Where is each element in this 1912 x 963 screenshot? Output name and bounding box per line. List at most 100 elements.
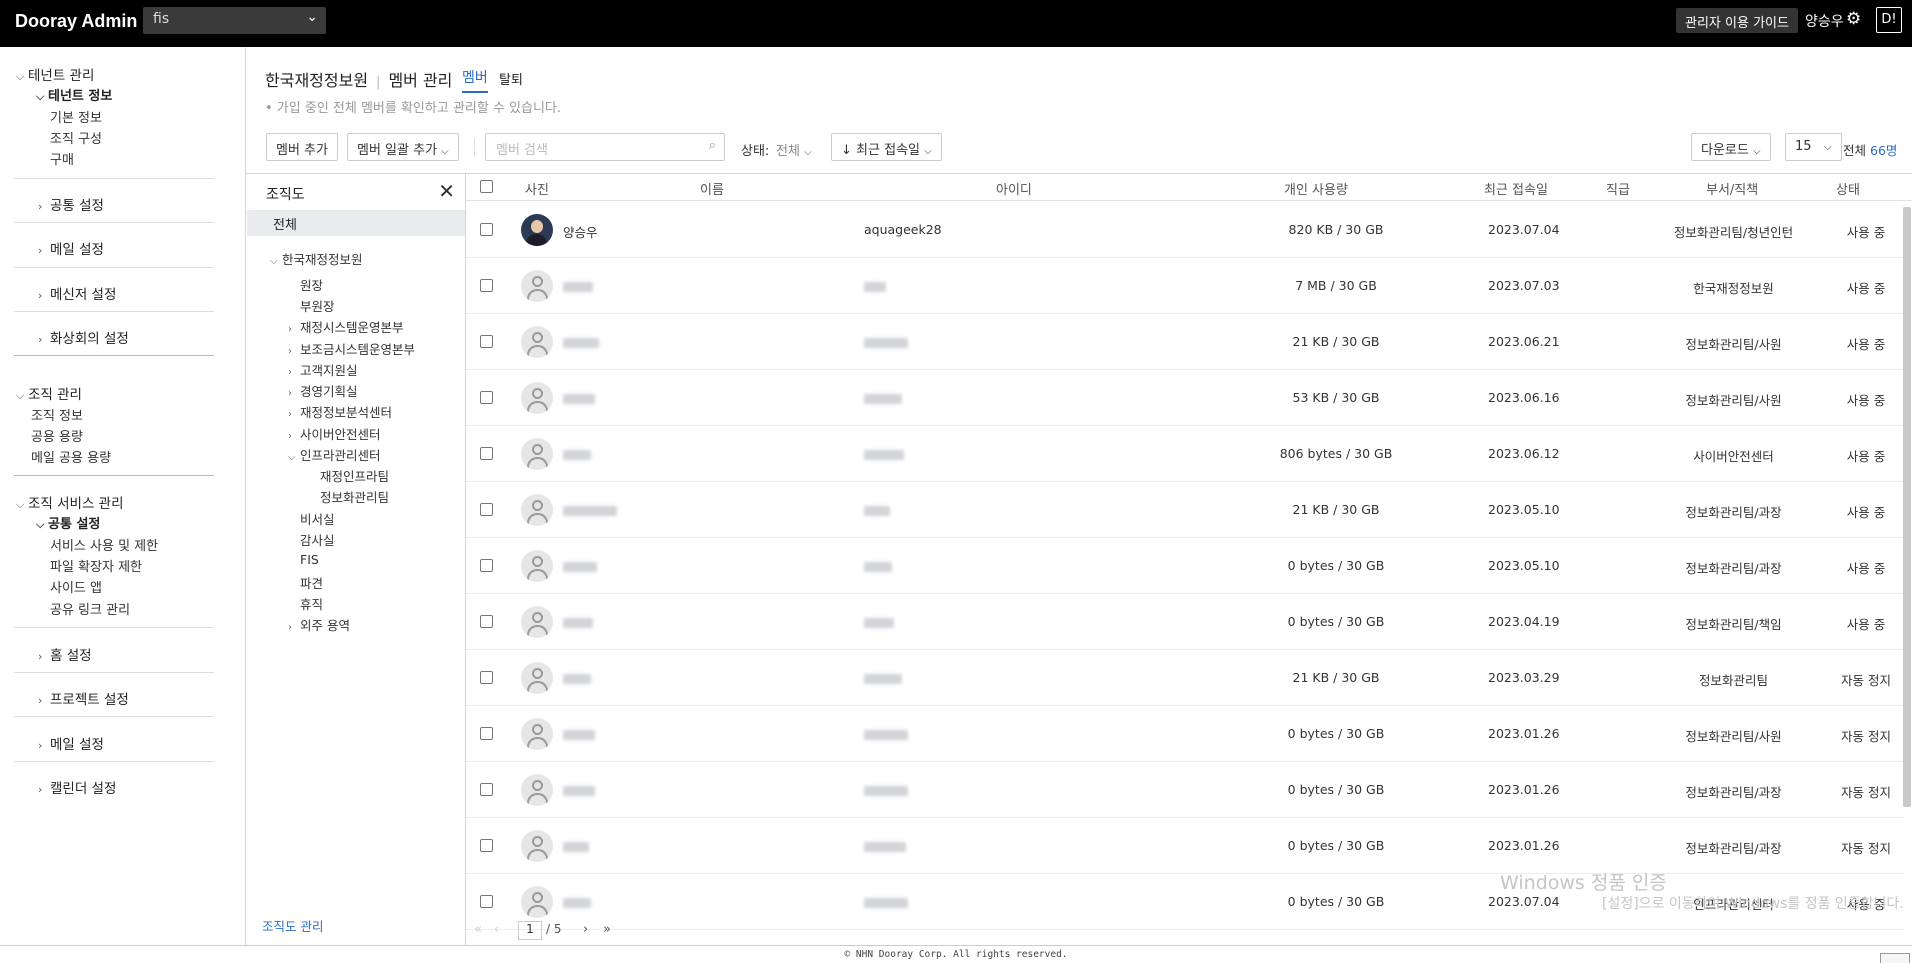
next-page-icon[interactable]: › (583, 922, 588, 937)
org-node[interactable]: 감사실 (300, 530, 335, 549)
org-node[interactable]: › 보조금시스템운영본부 (288, 339, 415, 358)
table-row[interactable]: 0 bytes / 30 GB 2023.01.26 정보화관리팀/과장 자동 정지 (466, 818, 1904, 874)
download-button[interactable]: 다운로드 ⌵ (1691, 133, 1771, 161)
row-checkbox[interactable] (480, 503, 493, 516)
bulk-add-button[interactable]: 멤버 일괄 추가 ⌵ (347, 133, 459, 161)
page-number-input[interactable]: 1 (518, 921, 542, 940)
table-row[interactable]: 53 KB / 30 GB 2023.06.16 정보화관리팀/사원 사용 중 (466, 370, 1904, 426)
org-node[interactable]: › 사이버안전센터 (288, 424, 381, 443)
sort-button[interactable]: ↓ 최근 접속일 ⌵ (831, 133, 942, 161)
org-node[interactable]: › 경영기획실 (288, 381, 358, 400)
org-chart-manage-link[interactable]: 조직도 관리 (262, 916, 323, 935)
nav-item-basic-info[interactable]: 기본 정보 (50, 107, 102, 126)
nav-section-mail-settings[interactable]: › 메일 설정 (38, 238, 104, 258)
nav-item-shared-capacity[interactable]: 공용 용량 (31, 426, 83, 445)
nav-section-messenger-settings[interactable]: › 메신저 설정 (38, 283, 116, 303)
org-node-all[interactable]: 전체 (247, 210, 465, 236)
org-node[interactable]: › 외주 용역 (288, 615, 350, 634)
org-node[interactable]: 재정인프라팀 (320, 466, 389, 485)
table-row[interactable]: 양승우 aquageek28 820 KB / 30 GB 2023.07.04 정보화… (466, 202, 1904, 258)
org-node[interactable]: › 재정시스템운영본부 (288, 317, 404, 336)
close-icon[interactable]: ✕ (438, 179, 455, 203)
row-checkbox[interactable] (480, 223, 493, 236)
row-checkbox[interactable] (480, 391, 493, 404)
dooray-app-button[interactable]: D! (1876, 7, 1902, 33)
org-node[interactable]: › 고객지원실 (288, 360, 358, 379)
org-node-root[interactable]: ⌵ 한국재정정보원 (270, 249, 363, 268)
org-node[interactable]: 원장 (300, 275, 323, 294)
nav-item-side-app[interactable]: 사이드 앱 (50, 577, 102, 596)
row-checkbox[interactable] (480, 895, 493, 908)
nav-item-org-info[interactable]: 조직 정보 (31, 405, 83, 424)
org-node[interactable]: 휴직 (300, 594, 323, 613)
table-row[interactable]: 0 bytes / 30 GB 2023.04.19 정보화관리팀/책임 사용 중 (466, 594, 1904, 650)
nav-section-project-settings[interactable]: › 프로젝트 설정 (38, 688, 129, 708)
row-checkbox[interactable] (480, 279, 493, 292)
nav-section-org-mgmt[interactable]: ⌵ 조직 관리 (16, 383, 82, 403)
select-all-checkbox[interactable] (480, 180, 493, 193)
nav-item-service-usage[interactable]: 서비스 사용 및 제한 (50, 535, 158, 554)
table-row[interactable]: 806 bytes / 30 GB 2023.06.12 사이버안전센터 사용 중 (466, 426, 1904, 482)
nav-section-home-settings[interactable]: › 홈 설정 (38, 644, 92, 664)
nav-item-purchase[interactable]: 구매 (50, 149, 74, 168)
column-header-status[interactable]: 상태 (1836, 179, 1860, 198)
row-checkbox[interactable] (480, 671, 493, 684)
admin-guide-button[interactable]: 관리자 이용 가이드 (1676, 8, 1798, 33)
column-header-last-login[interactable]: 최근 접속일 (1484, 179, 1548, 198)
tab-withdraw[interactable]: 탈퇴 (499, 69, 523, 88)
column-header-name[interactable]: 이름 (700, 179, 724, 198)
last-page-icon[interactable]: » (603, 922, 611, 937)
nav-item-org-structure[interactable]: 조직 구성 (50, 128, 102, 147)
table-row[interactable]: 7 MB / 30 GB 2023.07.03 한국재정정보원 사용 중 (466, 258, 1904, 314)
org-node[interactable]: 비서실 (300, 509, 335, 528)
first-page-icon[interactable]: « (474, 922, 482, 937)
gear-icon[interactable]: ⚙ (1846, 9, 1861, 29)
row-checkbox[interactable] (480, 727, 493, 740)
corner-button[interactable] (1880, 953, 1910, 963)
column-header-usage[interactable]: 개인 사용량 (1284, 179, 1348, 198)
row-checkbox[interactable] (480, 447, 493, 460)
org-node[interactable]: 정보화관리팀 (320, 487, 389, 506)
nav-section-tenant-info[interactable]: ⌵ 테넌트 정보 (36, 85, 112, 104)
org-node[interactable]: › 재정정보분석센터 (288, 402, 392, 421)
column-header-dept[interactable]: 부서/직책 (1706, 179, 1758, 198)
table-row[interactable]: 21 KB / 30 GB 2023.06.21 정보화관리팀/사원 사용 중 (466, 314, 1904, 370)
nav-item-file-ext-limit[interactable]: 파일 확장자 제한 (50, 556, 142, 575)
nav-item-shared-link[interactable]: 공유 링크 관리 (50, 599, 130, 618)
row-checkbox[interactable] (480, 839, 493, 852)
org-node[interactable]: 파견 (300, 573, 323, 592)
table-row[interactable]: 0 bytes / 30 GB 2023.05.10 정보화관리팀/과장 사용 중 (466, 538, 1904, 594)
nav-item-mail-shared-capacity[interactable]: 메일 공용 용량 (31, 447, 111, 466)
table-row[interactable]: 0 bytes / 30 GB 2023.01.26 정보화관리팀/사원 자동 정지 (466, 706, 1904, 762)
user-name[interactable]: 양승우 (1805, 11, 1844, 31)
nav-section-tenant-mgmt[interactable]: ⌵ 테넌트 관리 (16, 64, 94, 84)
row-checkbox[interactable] (480, 615, 493, 628)
status-filter-select[interactable]: 전체 ⌵ (776, 140, 812, 159)
prev-page-icon[interactable]: ‹ (494, 922, 499, 937)
table-row[interactable]: 0 bytes / 30 GB 2023.01.26 정보화관리팀/과장 자동 정지 (466, 762, 1904, 818)
nav-section-common-settings[interactable]: › 공통 설정 (38, 194, 104, 214)
org-node[interactable]: 부원장 (300, 296, 335, 315)
column-header-rank[interactable]: 직급 (1606, 179, 1630, 198)
nav-section-org-service-mgmt[interactable]: ⌵ 조직 서비스 관리 (16, 492, 124, 512)
row-checkbox[interactable] (480, 783, 493, 796)
nav-section-videoconf-settings[interactable]: › 화상회의 설정 (38, 327, 129, 347)
table-row[interactable]: 21 KB / 30 GB 2023.03.29 정보화관리팀 자동 정지 (466, 650, 1904, 706)
org-node[interactable]: ⌵ 인프라관리센터 (288, 445, 381, 464)
page-size-select[interactable]: 15 ⌵ (1785, 133, 1842, 161)
table-row[interactable]: 21 KB / 30 GB 2023.05.10 정보화관리팀/과장 사용 중 (466, 482, 1904, 538)
app-brand[interactable]: Dooray Admin (15, 11, 137, 32)
nav-section-svc-common[interactable]: ⌵ 공통 설정 (36, 513, 100, 532)
row-checkbox[interactable] (480, 335, 493, 348)
member-name[interactable]: 양승우 (563, 222, 598, 241)
row-checkbox[interactable] (480, 559, 493, 572)
search-icon[interactable]: ⌕ (709, 138, 716, 153)
column-header-id[interactable]: 아이디 (996, 179, 1032, 198)
org-node[interactable]: FIS (300, 552, 319, 567)
nav-section-mail-settings-2[interactable]: › 메일 설정 (38, 733, 104, 753)
add-member-button[interactable]: 멤버 추가 (266, 133, 338, 161)
member-search-input[interactable]: 멤버 검색 ⌕ (485, 133, 725, 161)
nav-section-calendar-settings[interactable]: › 캘린더 설정 (38, 777, 116, 797)
tab-member[interactable]: 멤버 (462, 67, 488, 93)
tenant-select[interactable]: fis ⌄ (143, 7, 326, 34)
